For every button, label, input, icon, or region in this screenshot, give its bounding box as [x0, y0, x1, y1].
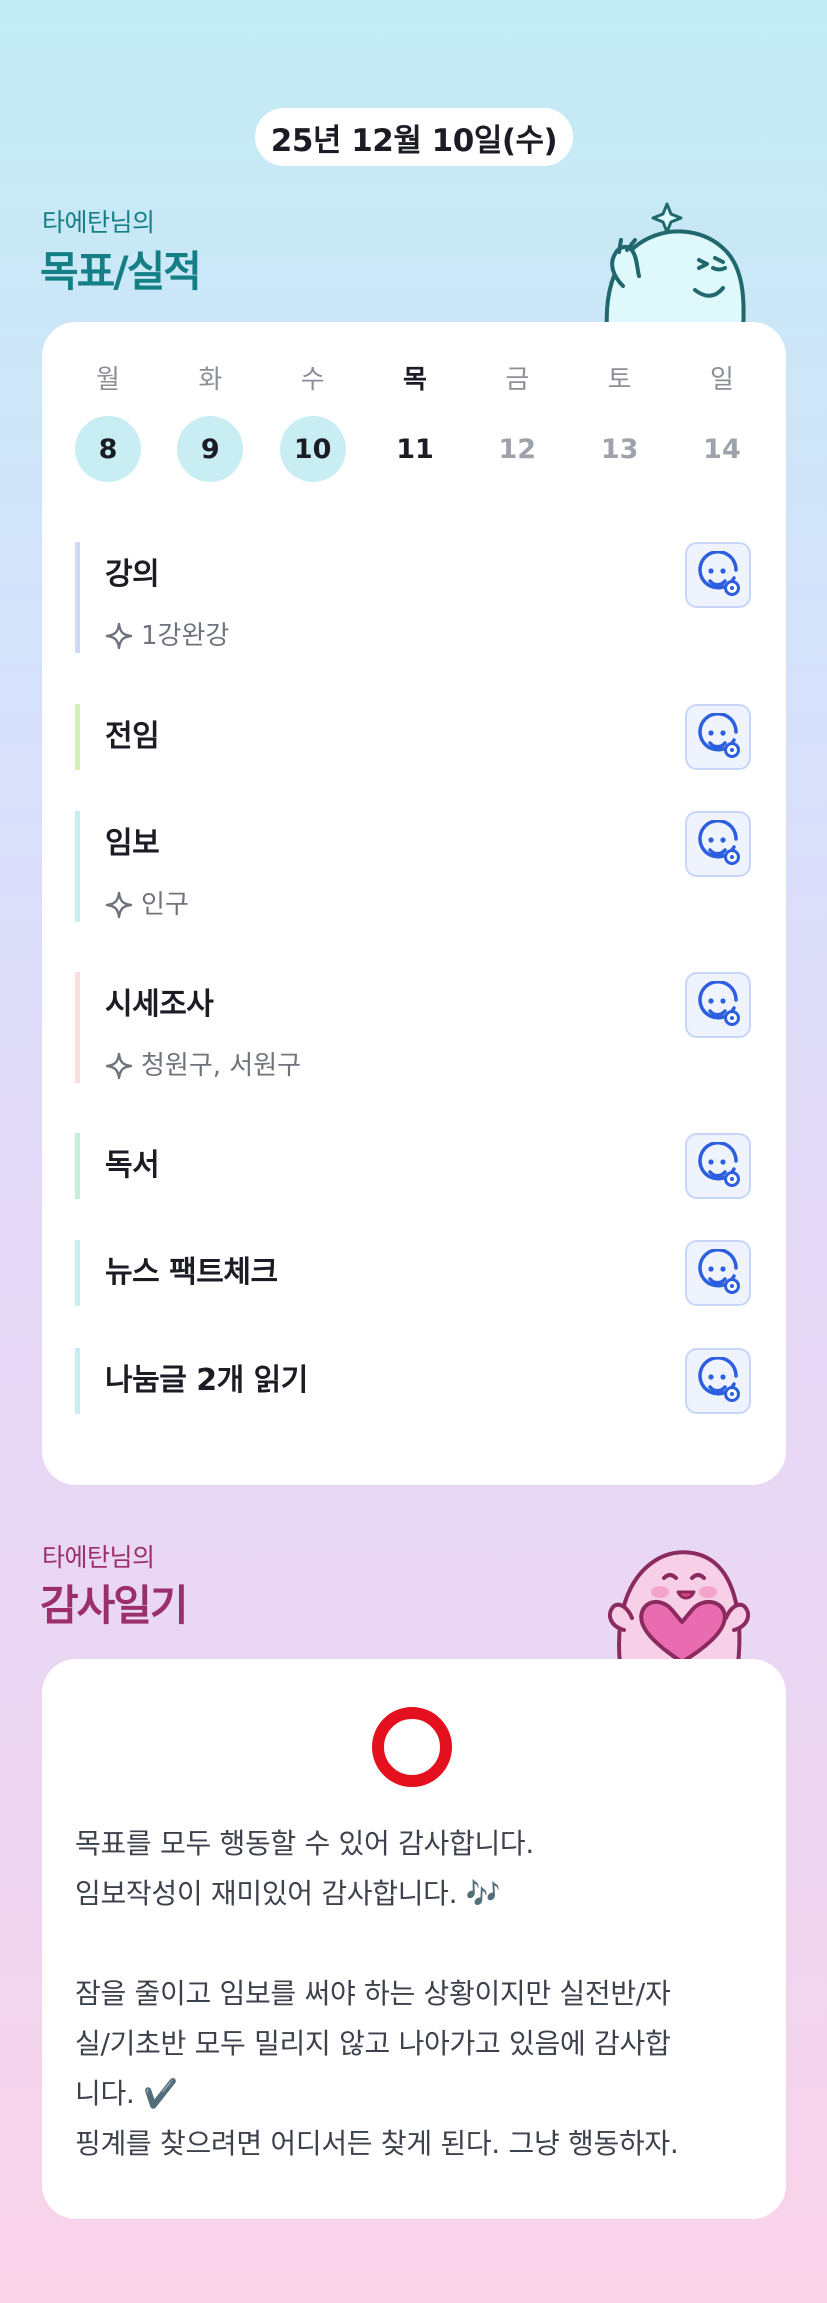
smiley-edit-icon	[698, 1357, 740, 1402]
goal-detail: 인구	[105, 888, 751, 922]
goal-item-reading[interactable]: 독서	[75, 1133, 751, 1199]
day-label: 월	[96, 365, 120, 395]
goals-section-subtitle: 타에탄님의	[42, 208, 155, 237]
day-label: 화	[198, 365, 223, 395]
goal-title: 나눔글 2개 읽기	[105, 1363, 308, 1398]
diary-card: 목표를 모두 행동할 수 있어 감사합니다. 임보작성이 재미있어 감사합니다.…	[42, 1659, 786, 2219]
diary-line: 잠을 줄이고 임보를 써야 하는 상황이지만 실전반/자	[75, 1977, 671, 2010]
sparkle-icon	[105, 1052, 133, 1080]
goal-detail-text: 인구	[141, 890, 189, 920]
day-thu[interactable]: 목 11	[382, 362, 448, 482]
goal-feedback-button[interactable]	[685, 1240, 751, 1306]
goal-feedback-button[interactable]	[685, 1348, 751, 1414]
day-sat[interactable]: 토 13	[587, 362, 653, 482]
goal-title: 전임	[105, 719, 160, 754]
diary-line: 핑계를 찾으려면 어디서든 찾게 된다. 그냥 행동하자.	[75, 2127, 679, 2160]
day-number: 8	[75, 416, 141, 482]
smiley-edit-icon	[698, 1249, 740, 1294]
day-label: 토	[607, 365, 632, 395]
goal-item-news-factcheck[interactable]: 뉴스 팩트체크	[75, 1240, 751, 1306]
goals-card: 월 8 화 9 수 10 목 11 금 12 토 13 일 14 강의 1강완강…	[42, 322, 786, 1485]
goal-item-price-survey[interactable]: 시세조사 청원구, 서원구	[75, 972, 751, 1083]
goal-feedback-button[interactable]	[685, 972, 751, 1038]
day-number: 14	[703, 433, 741, 465]
goal-item-lecture[interactable]: 강의 1강완강	[75, 542, 751, 653]
day-fri[interactable]: 금 12	[484, 362, 550, 482]
goal-item-share-reading[interactable]: 나눔글 2개 읽기	[75, 1348, 751, 1414]
goal-feedback-button[interactable]	[685, 1133, 751, 1199]
goal-title: 독서	[105, 1148, 160, 1183]
goal-feedback-button[interactable]	[685, 542, 751, 608]
goal-feedback-button[interactable]	[685, 704, 751, 770]
day-label: 목	[403, 365, 427, 395]
smiley-edit-icon	[698, 981, 740, 1026]
date-pill[interactable]: 25년 12월 10일(수)	[255, 108, 573, 166]
sparkle-icon	[105, 891, 133, 919]
day-number: 11	[396, 433, 434, 465]
day-mon[interactable]: 월 8	[75, 362, 141, 482]
goal-detail-text: 1강완강	[141, 621, 230, 651]
day-number: 13	[600, 433, 639, 465]
goal-title: 임보	[105, 826, 160, 861]
goal-title: 강의	[105, 557, 160, 592]
goal-title: 뉴스 팩트체크	[105, 1255, 278, 1290]
goal-feedback-button[interactable]	[685, 811, 751, 877]
goal-item-imbo[interactable]: 임보 인구	[75, 811, 751, 922]
smiley-edit-icon	[698, 551, 740, 596]
day-label: 일	[710, 365, 734, 395]
day-number: 10	[279, 416, 346, 482]
day-tue[interactable]: 화 9	[177, 362, 244, 482]
diary-line: 실/기초반 모두 밀리지 않고 나아가고 있음에 감사합	[75, 2027, 671, 2060]
smiley-edit-icon	[698, 1142, 740, 1187]
diary-section-subtitle: 타에탄님의	[42, 1543, 155, 1572]
goal-title: 시세조사	[105, 987, 214, 1022]
diary-line: 니다. ✔️	[75, 2077, 178, 2110]
goal-detail: 1강완강	[105, 619, 751, 653]
smiley-edit-icon	[698, 713, 740, 758]
mascot-ghost-icon	[604, 202, 746, 326]
day-number: 9	[177, 416, 244, 482]
goal-detail: 청원구, 서원구	[105, 1049, 751, 1083]
sparkle-icon	[105, 622, 133, 650]
goals-section-title: 목표/실적	[40, 247, 202, 296]
week-strip: 월 8 화 9 수 10 목 11 금 12 토 13 일 14	[75, 362, 755, 482]
goal-detail-text: 청원구, 서원구	[141, 1051, 302, 1081]
smiley-edit-icon	[698, 820, 740, 865]
red-circle-icon	[372, 1707, 452, 1787]
diary-text: 목표를 모두 행동할 수 있어 감사합니다. 임보작성이 재미있어 감사합니다.…	[75, 1819, 765, 2169]
diary-section-title: 감사일기	[40, 1581, 189, 1630]
mascot-heart-icon	[607, 1550, 751, 1662]
day-number: 12	[498, 433, 537, 465]
day-sun[interactable]: 일 14	[689, 362, 755, 482]
day-wed[interactable]: 수 10	[279, 362, 346, 482]
diary-line: 임보작성이 재미있어 감사합니다. 🎶	[75, 1877, 501, 1910]
day-label: 금	[505, 365, 530, 395]
goal-item-jeonim[interactable]: 전임	[75, 704, 751, 770]
day-label: 수	[300, 365, 325, 395]
diary-line: 목표를 모두 행동할 수 있어 감사합니다.	[75, 1827, 534, 1860]
